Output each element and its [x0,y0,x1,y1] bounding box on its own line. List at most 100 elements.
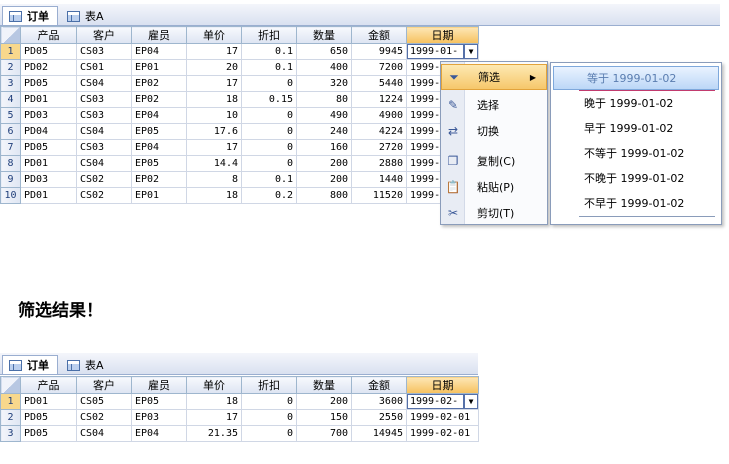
col-header-discount[interactable]: 折扣 [241,376,297,394]
tab-orders[interactable]: 订单 [2,6,58,25]
row-number[interactable]: 6 [0,123,21,140]
menu-item-copy[interactable]: ❐ 复制(C) [441,148,547,174]
cell-product[interactable]: PD05 [20,43,77,60]
cell-product[interactable]: PD01 [20,393,77,410]
cell-date[interactable]: 1999-02-01 [406,409,479,426]
cell-customer[interactable]: CS03 [76,139,132,156]
cell-quantity[interactable]: 240 [296,123,352,140]
cell-price[interactable]: 18 [186,393,242,410]
cell-product[interactable]: PD03 [20,171,77,188]
cell-customer[interactable]: CS02 [76,171,132,188]
tab-table-a[interactable]: 表A [60,6,113,25]
cell-discount[interactable]: 0.1 [241,171,297,188]
cell-employee[interactable]: EP03 [131,409,187,426]
col-header-price[interactable]: 单价 [186,26,242,44]
tab-table-a[interactable]: 表A [60,355,113,374]
cell-employee[interactable]: EP01 [131,187,187,204]
cell-product[interactable]: PD04 [20,123,77,140]
cell-product[interactable]: PD02 [20,59,77,76]
cell-employee[interactable]: EP04 [131,43,187,60]
row-number[interactable]: 1 [0,43,21,60]
menu-item-filter[interactable]: ⏷ 筛选 ▶ [441,64,547,90]
cell-discount[interactable]: 0.1 [241,43,297,60]
cell-customer[interactable]: CS04 [76,123,132,140]
table-row[interactable]: 4 PD01 CS03 EP02 18 0.15 80 1224 1999- [0,91,479,108]
cell-customer[interactable]: CS04 [76,75,132,92]
cell-amount[interactable]: 1224 [351,91,407,108]
col-header-price[interactable]: 单价 [186,376,242,394]
cell-discount[interactable]: 0 [241,155,297,172]
cell-quantity[interactable]: 800 [296,187,352,204]
table-row[interactable]: 8 PD01 CS04 EP05 14.4 0 200 2880 1999- [0,155,479,172]
row-number[interactable]: 3 [0,425,21,442]
cell-employee[interactable]: EP02 [131,91,187,108]
cell-customer[interactable]: CS02 [76,409,132,426]
cell-quantity[interactable]: 200 [296,393,352,410]
cell-price[interactable]: 17 [186,43,242,60]
cell-price[interactable]: 17 [186,139,242,156]
row-number[interactable]: 7 [0,139,21,156]
cell-discount[interactable]: 0 [241,409,297,426]
cell-amount[interactable]: 4900 [351,107,407,124]
row-number[interactable]: 8 [0,155,21,172]
table-row[interactable]: 1 PD05 CS03 EP04 17 0.1 650 9945 1999-01- ▼ [0,43,479,60]
cell-discount[interactable]: 0 [241,123,297,140]
cell-amount[interactable]: 7200 [351,59,407,76]
cell-price[interactable]: 18 [186,91,242,108]
table-row[interactable]: 2 PD05 CS02 EP03 17 0 150 2550 1999-02-01 [0,409,479,426]
cell-quantity[interactable]: 80 [296,91,352,108]
col-header-product[interactable]: 产品 [20,376,77,394]
cell-quantity[interactable]: 320 [296,75,352,92]
menu-item-toggle[interactable]: ⇄ 切换 [441,118,547,144]
col-header-employee[interactable]: 雇员 [131,376,187,394]
cell-quantity[interactable]: 200 [296,171,352,188]
cell-employee[interactable]: EP04 [131,139,187,156]
cell-quantity[interactable]: 160 [296,139,352,156]
cell-product[interactable]: PD01 [20,155,77,172]
cell-discount[interactable]: 0 [241,425,297,442]
cell-product[interactable]: PD01 [20,91,77,108]
cell-customer[interactable]: CS04 [76,425,132,442]
col-header-customer[interactable]: 客户 [76,26,132,44]
cell-quantity[interactable]: 490 [296,107,352,124]
cell-customer[interactable]: CS05 [76,393,132,410]
row-number[interactable]: 2 [0,59,21,76]
cell-price[interactable]: 10 [186,107,242,124]
filter-not-after[interactable]: 不晚于 1999-01-02 [551,166,721,190]
cell-price[interactable]: 20 [186,59,242,76]
cell-discount[interactable]: 0.1 [241,59,297,76]
cell-employee[interactable]: EP02 [131,171,187,188]
cell-amount[interactable]: 14945 [351,425,407,442]
cell-discount[interactable]: 0 [241,75,297,92]
col-header-quantity[interactable]: 数量 [296,376,352,394]
cell-amount[interactable]: 1440 [351,171,407,188]
cell-discount[interactable]: 0.15 [241,91,297,108]
cell-employee[interactable]: EP05 [131,393,187,410]
table-row[interactable]: 6 PD04 CS04 EP05 17.6 0 240 4224 1999- [0,123,479,140]
cell-product[interactable]: PD05 [20,409,77,426]
filter-before[interactable]: 早于 1999-01-02 [551,116,721,140]
select-all-corner[interactable] [0,376,21,394]
cell-employee[interactable]: EP05 [131,123,187,140]
cell-amount[interactable]: 9945 [351,43,407,60]
cell-amount[interactable]: 2550 [351,409,407,426]
cell-amount[interactable]: 3600 [351,393,407,410]
filter-equal[interactable]: 等于 1999-01-02 [553,66,719,90]
menu-item-select[interactable]: ✎ 选择 [441,92,547,118]
cell-employee[interactable]: EP04 [131,425,187,442]
cell-employee[interactable]: EP02 [131,75,187,92]
cell-employee[interactable]: EP01 [131,59,187,76]
cell-price[interactable]: 8 [186,171,242,188]
row-number[interactable]: 1 [0,393,21,410]
cell-product[interactable]: PD05 [20,425,77,442]
col-header-product[interactable]: 产品 [20,26,77,44]
cell-quantity[interactable]: 700 [296,425,352,442]
cell-customer[interactable]: CS03 [76,107,132,124]
cell-customer[interactable]: CS01 [76,59,132,76]
col-header-date[interactable]: 日期 [406,26,479,44]
cell-customer[interactable]: CS03 [76,43,132,60]
cell-amount[interactable]: 2720 [351,139,407,156]
cell-price[interactable]: 17 [186,75,242,92]
cell-price[interactable]: 21.35 [186,425,242,442]
col-header-employee[interactable]: 雇员 [131,26,187,44]
